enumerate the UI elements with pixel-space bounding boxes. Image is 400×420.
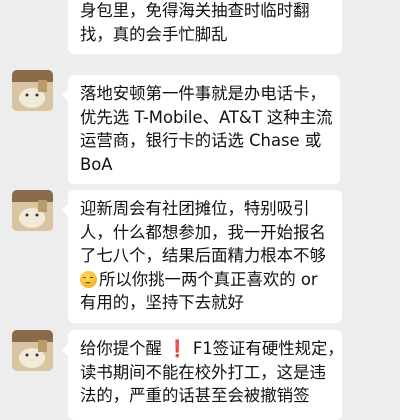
- message-text-line: 找，真的会手忙脚乱: [80, 24, 228, 44]
- chat-message-list[interactable]: 身包里，免得海关抽查时临时翻 找，真的会手忙脚乱 落地安顿第一件事就是办电话卡，…: [0, 0, 400, 420]
- avatar[interactable]: [12, 330, 53, 371]
- message-text-line: 运营商，银行卡的话选 Chase 或: [80, 131, 322, 150]
- message-text-line: 了七八个，结果后面精力根本不够: [80, 246, 326, 265]
- avatar[interactable]: [12, 190, 53, 231]
- message-text-line: 落地安顿第一件事就是办电话卡，: [80, 84, 326, 103]
- message-text-line: 身包里，免得海关抽查时临时翻: [80, 1, 310, 20]
- avatar[interactable]: [12, 70, 53, 111]
- message-bubble[interactable]: 给你提个醒 ❗ F1签证有硬性规定， 读书期间不能在校外打工，这是违 法的，严重…: [62, 330, 344, 420]
- message-text-line: 迎新周会有社团摊位，特别吸引: [80, 199, 310, 218]
- message-bubble[interactable]: 落地安顿第一件事就是办电话卡， 优先选 T-Mobile、AT&T 这种主流 运…: [62, 75, 340, 184]
- avatar-image: [12, 330, 53, 371]
- avatar-image: [12, 70, 53, 111]
- avatar-image: [12, 190, 53, 231]
- message-text-segment: F1签证有硬性规定，: [192, 339, 344, 358]
- message-text-line-with-warning: 给你提个醒 ❗ F1签证有硬性规定，: [80, 337, 344, 361]
- message-text-line: 有用的，坚持下去就好: [80, 293, 244, 312]
- message-text-line: 读书期间不能在校外打工，这是违: [80, 362, 326, 382]
- exclamation-icon: ❗: [167, 339, 188, 358]
- message-text-segment: 给你提个醒: [80, 339, 162, 358]
- message-text-line-with-emoji: 所以你挑一两个真正喜欢的 or: [80, 268, 330, 292]
- sad-face-emoji-icon: [80, 270, 97, 288]
- message-text-line: 人，什么都想参加，我一开始报名: [80, 222, 326, 242]
- message-bubble[interactable]: 迎新周会有社团摊位，特别吸引 人，什么都想参加，我一开始报名 了七八个，结果后面…: [62, 190, 342, 323]
- message-text-line: 法的，严重的话甚至会被撤销签: [80, 386, 310, 405]
- message-text-line: 优先选 T-Mobile、AT&T 这种主流: [80, 107, 333, 127]
- message-bubble[interactable]: 身包里，免得海关抽查时临时翻 找，真的会手忙脚乱: [68, 0, 342, 54]
- message-text-line: BoA: [80, 154, 113, 174]
- message-text-segment: 所以你挑一两个真正喜欢的 or: [99, 269, 318, 289]
